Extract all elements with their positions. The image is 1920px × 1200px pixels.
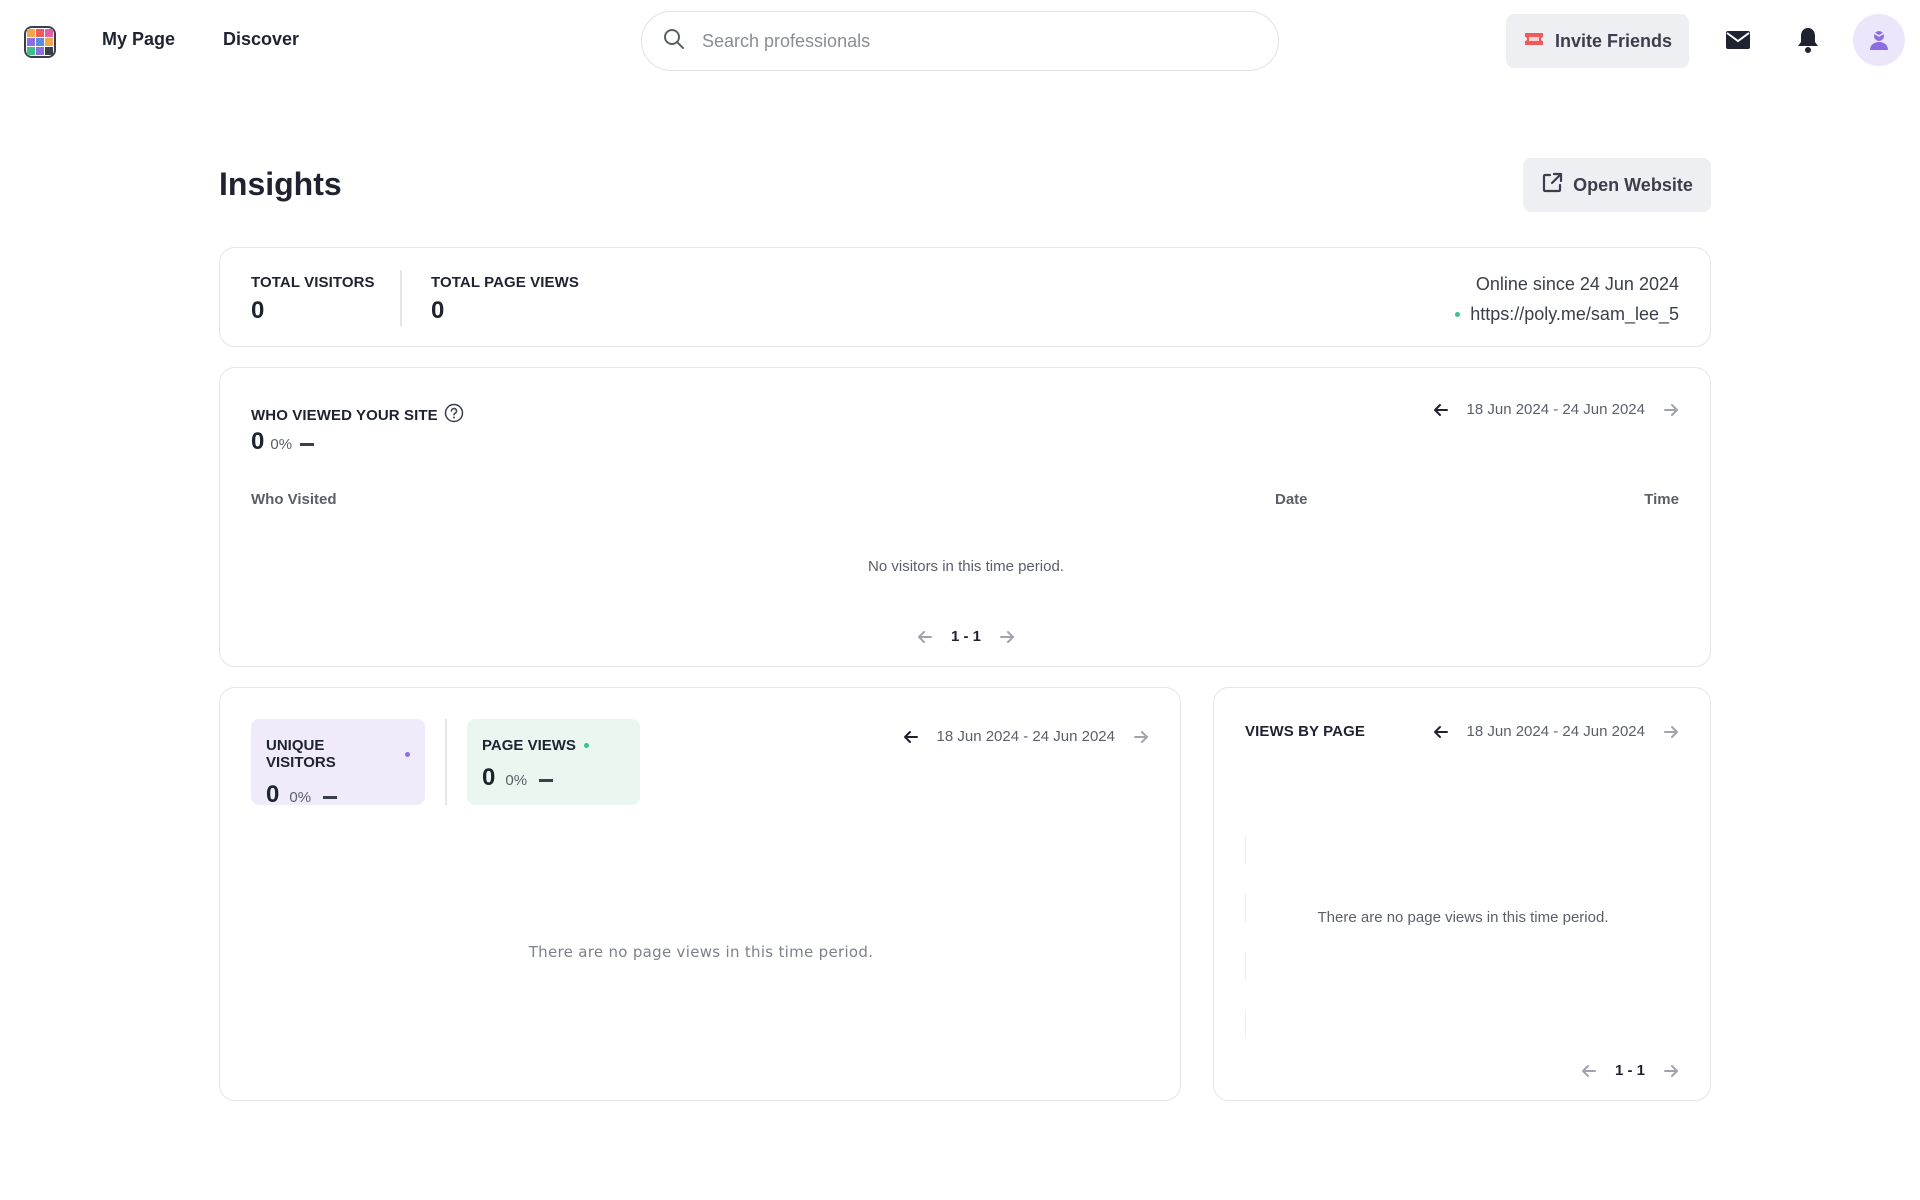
by-page-date-range: 18 Jun 2024 - 24 Jun 2024 bbox=[1466, 723, 1645, 740]
who-viewed-card: WHO VIEWED YOUR SITE 0 0% 18 Jun 2024 - … bbox=[219, 367, 1711, 667]
no-visitors-message: No visitors in this time period. bbox=[868, 558, 1064, 575]
who-viewed-change: 0% bbox=[270, 436, 293, 453]
column-header-date: Date bbox=[1275, 491, 1308, 508]
page-indicator: 1 - 1 bbox=[951, 628, 982, 645]
site-url[interactable]: https://poly.me/sam_lee_5 bbox=[1455, 304, 1679, 325]
invite-friends-label: Invite Friends bbox=[1554, 30, 1673, 51]
next-period-arrow-icon[interactable] bbox=[1663, 724, 1679, 740]
prev-period-arrow-icon[interactable] bbox=[1433, 724, 1449, 740]
column-header-time: Time bbox=[1644, 491, 1679, 508]
visits-chart-card: UNIQUE VISITORS 0 0% PAGE VIEWS 0 0% 18 … bbox=[219, 687, 1181, 1101]
visits-date-range: 18 Jun 2024 - 24 Jun 2024 bbox=[936, 728, 1115, 745]
open-website-button[interactable]: Open Website bbox=[1523, 158, 1711, 212]
page-indicator: 1 - 1 bbox=[1614, 1062, 1645, 1079]
placeholder-bar-line bbox=[1245, 1010, 1246, 1038]
who-viewed-value: 0 bbox=[251, 428, 265, 455]
app-logo-icon[interactable] bbox=[24, 26, 56, 58]
top-navigation-bar: My Page Discover Invite Friends bbox=[0, 0, 1920, 84]
external-link-icon bbox=[1541, 172, 1563, 199]
unique-visitors-stat: 0 0% bbox=[266, 781, 410, 809]
search-input[interactable] bbox=[702, 30, 1242, 52]
prev-period-arrow-icon[interactable] bbox=[903, 729, 919, 745]
total-visitors-stat: TOTAL VISITORS 0 bbox=[251, 274, 375, 325]
mail-icon[interactable] bbox=[1722, 24, 1754, 56]
user-avatar-icon[interactable] bbox=[1853, 14, 1905, 66]
page-views-change: 0% bbox=[505, 772, 528, 789]
views-by-page-title: VIEWS BY PAGE bbox=[1245, 723, 1365, 740]
total-visitors-label: TOTAL VISITORS bbox=[251, 274, 375, 291]
total-page-views-label: TOTAL PAGE VIEWS bbox=[431, 274, 580, 291]
page-views-header: PAGE VIEWS bbox=[482, 737, 625, 754]
page-views-value: 0 bbox=[482, 764, 496, 791]
unique-visitors-change: 0% bbox=[289, 789, 312, 806]
help-icon[interactable] bbox=[444, 403, 464, 428]
unique-visitors-legend-dot bbox=[405, 751, 410, 757]
total-visitors-value: 0 bbox=[251, 297, 265, 324]
change-dash bbox=[323, 796, 338, 799]
nav-discover[interactable]: Discover bbox=[223, 29, 299, 50]
next-period-arrow-icon[interactable] bbox=[1133, 729, 1149, 745]
next-page-arrow-icon[interactable] bbox=[999, 629, 1015, 645]
placeholder-bar-line bbox=[1245, 836, 1246, 864]
online-since-text: Online since 24 Jun 2024 bbox=[1475, 274, 1679, 294]
bell-icon[interactable] bbox=[1792, 24, 1824, 56]
no-page-views-message: There are no page views in this time per… bbox=[1317, 909, 1609, 926]
page-views-stat: 0 0% bbox=[482, 764, 625, 792]
change-dash bbox=[539, 779, 554, 782]
unique-visitors-tile[interactable]: UNIQUE VISITORS 0 0% bbox=[251, 719, 425, 808]
next-period-arrow-icon[interactable] bbox=[1663, 402, 1679, 418]
no-page-views-message: There are no page views in this time per… bbox=[528, 943, 874, 961]
nav-my-page[interactable]: My Page bbox=[102, 29, 175, 50]
page-views-label: PAGE VIEWS bbox=[482, 737, 576, 754]
stat-divider bbox=[400, 270, 402, 326]
by-page-date-nav: 18 Jun 2024 - 24 Jun 2024 bbox=[1433, 723, 1679, 740]
by-page-pager: 1 - 1 bbox=[1581, 1062, 1679, 1079]
who-viewed-count: 0 0% bbox=[251, 428, 315, 456]
summary-card: TOTAL VISITORS 0 TOTAL PAGE VIEWS 0 Onli… bbox=[219, 247, 1711, 347]
unique-visitors-value: 0 bbox=[266, 781, 280, 808]
open-website-label: Open Website bbox=[1573, 174, 1693, 195]
who-viewed-header: WHO VIEWED YOUR SITE bbox=[251, 403, 464, 428]
page-views-legend-dot bbox=[583, 743, 589, 748]
page-title: Insights bbox=[219, 166, 342, 202]
prev-page-arrow-icon[interactable] bbox=[1581, 1063, 1597, 1079]
unique-visitors-label: UNIQUE VISITORS bbox=[266, 737, 336, 771]
prev-period-arrow-icon[interactable] bbox=[1433, 402, 1449, 418]
who-viewed-date-nav: 18 Jun 2024 - 24 Jun 2024 bbox=[1433, 401, 1679, 418]
unique-visitors-header: UNIQUE VISITORS bbox=[266, 737, 410, 771]
ticket-icon bbox=[1523, 31, 1545, 52]
views-by-page-card: VIEWS BY PAGE 18 Jun 2024 - 24 Jun 2024 … bbox=[1213, 687, 1711, 1101]
total-page-views-stat: TOTAL PAGE VIEWS 0 bbox=[431, 274, 579, 325]
search-icon bbox=[662, 27, 686, 56]
online-status-dot bbox=[1455, 312, 1461, 317]
change-dash bbox=[300, 443, 315, 446]
total-page-views-value: 0 bbox=[431, 297, 445, 324]
tile-divider bbox=[445, 719, 447, 805]
next-page-arrow-icon[interactable] bbox=[1663, 1063, 1679, 1079]
page-views-tile[interactable]: PAGE VIEWS 0 0% bbox=[467, 719, 640, 805]
visits-date-nav: 18 Jun 2024 - 24 Jun 2024 bbox=[903, 728, 1149, 745]
column-header-who-visited: Who Visited bbox=[251, 491, 337, 508]
who-viewed-title: WHO VIEWED YOUR SITE bbox=[251, 407, 438, 424]
who-viewed-pager: 1 - 1 bbox=[917, 628, 1015, 645]
who-viewed-date-range: 18 Jun 2024 - 24 Jun 2024 bbox=[1466, 401, 1645, 418]
placeholder-bar-line bbox=[1245, 952, 1246, 980]
site-url-text[interactable]: https://poly.me/sam_lee_5 bbox=[1470, 304, 1679, 325]
search-bar[interactable] bbox=[641, 11, 1279, 71]
invite-friends-button[interactable]: Invite Friends bbox=[1506, 14, 1689, 68]
prev-page-arrow-icon[interactable] bbox=[917, 629, 933, 645]
